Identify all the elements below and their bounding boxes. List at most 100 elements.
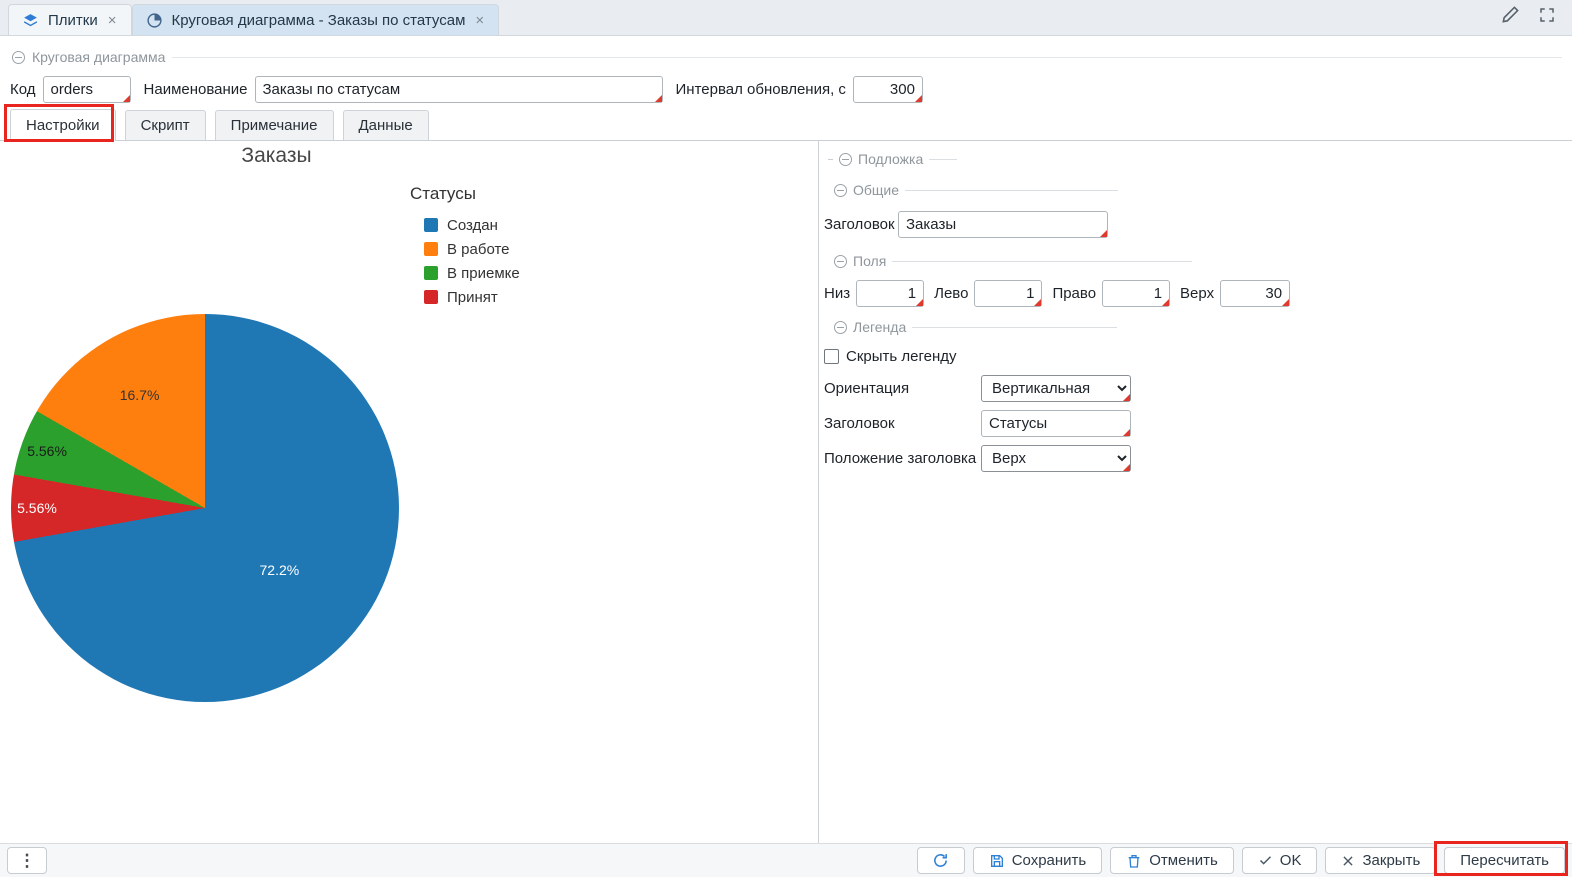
legend-title-position-row: Положение заголовка Верх xyxy=(824,445,1572,472)
recalculate-label: Пересчитать xyxy=(1460,852,1549,869)
pie-chart-icon xyxy=(146,12,163,29)
backdrop-group-header: Подложка xyxy=(828,151,1572,167)
pie-chart: 72.2% 5.56% 5.56% 16.7% xyxy=(11,314,399,702)
pie-slice-label: 16.7% xyxy=(120,387,160,403)
pie-chart-preview: Заказы Статусы СозданВ работеВ приемкеПр… xyxy=(8,144,545,833)
close-tab-icon[interactable]: × xyxy=(474,12,485,29)
legend-item[interactable]: В приемке xyxy=(424,261,520,285)
tab-label: Круговая диаграмма - Заказы по статусам xyxy=(172,12,466,29)
collapse-icon[interactable] xyxy=(12,51,25,64)
margin-top-input[interactable] xyxy=(1220,280,1290,307)
margin-left-label: Лево xyxy=(934,285,968,302)
settings-panel: Подложка Общие Заголовок Поля Низ Лево П… xyxy=(819,141,1572,843)
tab-note[interactable]: Примечание xyxy=(215,110,334,140)
legend-orientation-row: Ориентация Вертикальная xyxy=(824,375,1572,402)
pie-slice-label: 5.56% xyxy=(27,443,67,459)
chart-props-form: Код Наименование Интервал обновления, с xyxy=(10,76,923,103)
check-icon xyxy=(1258,853,1273,868)
refresh-interval-label: Интервал обновления, с xyxy=(676,81,846,98)
refresh-icon xyxy=(932,852,949,869)
group-title: Подложка xyxy=(858,151,923,167)
margin-right-input[interactable] xyxy=(1102,280,1170,307)
collapse-icon[interactable] xyxy=(834,321,847,334)
group-title: Круговая диаграмма xyxy=(32,49,165,65)
ok-label: OK xyxy=(1280,852,1302,869)
tab-label: Плитки xyxy=(48,12,98,29)
cancel-button[interactable]: Отменить xyxy=(1110,847,1234,874)
title-position-label: Положение заголовка xyxy=(824,450,981,467)
close-icon xyxy=(1341,854,1355,868)
close-label: Закрыть xyxy=(1362,852,1420,869)
legend-item[interactable]: Создан xyxy=(424,213,520,237)
collapse-icon[interactable] xyxy=(834,255,847,268)
group-title: Общие xyxy=(853,182,899,198)
save-label: Сохранить xyxy=(1012,852,1087,869)
legend-title-input[interactable] xyxy=(981,410,1131,437)
window-tab-bar: Плитки × Круговая диаграмма - Заказы по … xyxy=(0,0,1572,36)
refresh-button[interactable] xyxy=(917,847,965,874)
chart-title-label: Заголовок xyxy=(824,216,898,233)
tab-script[interactable]: Скрипт xyxy=(125,110,206,140)
window-actions xyxy=(1501,0,1572,35)
chart-title-input[interactable] xyxy=(898,211,1108,238)
code-label: Код xyxy=(10,81,36,98)
legend-label: В работе xyxy=(447,241,510,258)
legend-title-label: Заголовок xyxy=(824,415,981,432)
legend-item[interactable]: Принят xyxy=(424,285,520,309)
name-input[interactable] xyxy=(255,76,663,103)
save-icon xyxy=(989,853,1005,869)
title-position-select[interactable]: Верх xyxy=(981,445,1131,472)
cancel-label: Отменить xyxy=(1149,852,1218,869)
group-title: Легенда xyxy=(853,319,906,335)
tiles-icon xyxy=(22,12,39,29)
collapse-icon[interactable] xyxy=(834,184,847,197)
chart-legend: Статусы СозданВ работеВ приемкеПринят xyxy=(410,184,520,309)
edit-icon[interactable] xyxy=(1501,5,1520,24)
chart-title-row: Заголовок xyxy=(824,211,1572,238)
margin-left-input[interactable] xyxy=(974,280,1042,307)
margins-group-header: Поля xyxy=(834,253,1572,269)
legend-swatch xyxy=(424,266,438,280)
margin-bottom-input[interactable] xyxy=(856,280,924,307)
config-tab-strip: Настройки Скрипт Примечание Данные xyxy=(0,108,1572,141)
legend-group-header: Легенда xyxy=(834,319,1572,335)
legend-title-row: Заголовок xyxy=(824,410,1572,437)
recalculate-button[interactable]: Пересчитать xyxy=(1444,847,1565,874)
margins-row: Низ Лево Право Верх xyxy=(824,280,1572,307)
hide-legend-checkbox[interactable] xyxy=(824,349,839,364)
legend-swatch xyxy=(424,242,438,256)
legend-swatch xyxy=(424,218,438,232)
legend-item[interactable]: В работе xyxy=(424,237,520,261)
legend-label: Создан xyxy=(447,217,498,234)
tab-data[interactable]: Данные xyxy=(343,110,429,140)
collapse-icon[interactable] xyxy=(839,153,852,166)
legend-swatch xyxy=(424,290,438,304)
footer-toolbar: ⋮ Сохранить Отменить OK Закрыть Пересчит… xyxy=(0,843,1572,877)
hide-legend-row: Скрыть легенду xyxy=(824,348,1572,365)
code-input[interactable] xyxy=(43,76,131,103)
ok-button[interactable]: OK xyxy=(1242,847,1318,874)
tab-tiles[interactable]: Плитки × xyxy=(8,4,132,35)
chart-settings-group-header: Круговая диаграмма xyxy=(12,49,1562,65)
hide-legend-label: Скрыть легенду xyxy=(846,348,957,365)
fullscreen-icon[interactable] xyxy=(1538,6,1556,24)
menu-button[interactable]: ⋮ xyxy=(7,847,47,874)
close-tab-icon[interactable]: × xyxy=(107,12,118,29)
margin-right-label: Право xyxy=(1052,285,1096,302)
group-title: Поля xyxy=(853,253,886,269)
save-button[interactable]: Сохранить xyxy=(973,847,1103,874)
margin-top-label: Верх xyxy=(1180,285,1214,302)
legend-items: Создан В работе В приемке Принят xyxy=(410,213,520,309)
orientation-select[interactable]: Вертикальная xyxy=(981,375,1131,402)
legend-label: В приемке xyxy=(447,265,520,282)
close-button[interactable]: Закрыть xyxy=(1325,847,1436,874)
legend-label: Принят xyxy=(447,289,498,306)
name-label: Наименование xyxy=(144,81,248,98)
pie-slice-label: 5.56% xyxy=(17,500,57,516)
refresh-interval-input[interactable] xyxy=(853,76,923,103)
general-group-header: Общие xyxy=(834,182,1572,198)
pie-slice-label: 72.2% xyxy=(259,562,299,578)
tab-pie-chart[interactable]: Круговая диаграмма - Заказы по статусам … xyxy=(132,4,500,35)
tab-settings[interactable]: Настройки xyxy=(10,109,116,141)
margin-bottom-label: Низ xyxy=(824,285,850,302)
